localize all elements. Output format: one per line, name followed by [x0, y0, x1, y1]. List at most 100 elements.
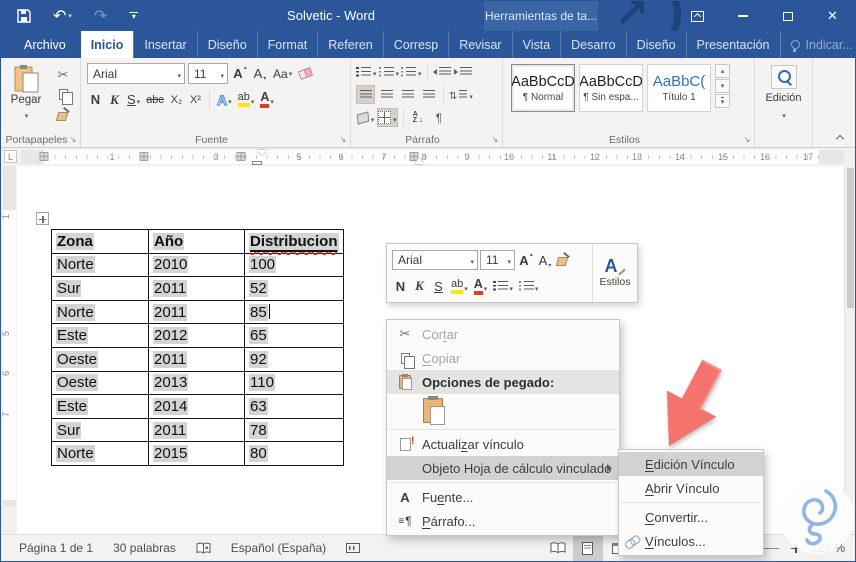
tab-format-3[interactable]: Format	[256, 31, 318, 58]
clear-formatting-button[interactable]	[297, 64, 314, 83]
mini-font-size-select[interactable]: 11	[480, 250, 515, 270]
right-indent-marker[interactable]	[414, 158, 424, 164]
table-cell[interactable]: 2013	[148, 370, 245, 396]
table-header-ano[interactable]: Año	[148, 229, 245, 254]
strikethrough-button[interactable]: abc	[144, 90, 166, 109]
table-cell[interactable]: 80	[244, 441, 344, 466]
scrollbar-thumb[interactable]	[847, 168, 854, 308]
font-family-select[interactable]: Arial	[87, 63, 185, 84]
table-cell[interactable]: 52	[244, 276, 344, 301]
submenu-item-abrir-vinculo[interactable]: Abrir Vínculo	[619, 476, 763, 500]
mini-styles-button[interactable]: A Estilos	[592, 244, 637, 302]
table-cell[interactable]: 63	[244, 394, 344, 419]
context-menu-item-objeto-hoja-de-calculo-vinculado[interactable]: Objeto Hoja de cálculo vinculado	[387, 456, 619, 480]
hanging-indent-marker[interactable]	[252, 161, 262, 165]
ribbon-display-options-button[interactable]	[675, 1, 720, 31]
zoom-level[interactable]: 120 %	[807, 541, 855, 555]
table-cell[interactable]: Norte	[51, 252, 149, 278]
vertical-ruler[interactable]: 1567	[1, 166, 17, 536]
mini-bold-button[interactable]: N	[392, 277, 409, 296]
shading-button[interactable]	[356, 108, 375, 127]
styles-dialog-launcher[interactable]	[742, 135, 752, 145]
mini-numbering-button[interactable]	[517, 277, 541, 296]
horizontal-ruler[interactable]: 1 3 5 6 7 8 9 10 11 12 13 14 15 16 17	[21, 150, 844, 165]
table-cell[interactable]: 2011	[148, 276, 245, 301]
tab-inicio-0[interactable]: Inicio	[80, 31, 134, 58]
table-cell[interactable]: 110	[244, 370, 344, 396]
close-button[interactable]	[810, 1, 855, 31]
shrink-font-button[interactable]: A	[251, 64, 268, 83]
table-column-marker[interactable]	[39, 152, 49, 161]
maximize-button[interactable]	[765, 1, 810, 31]
tab-referen-4[interactable]: Referen	[317, 31, 382, 58]
grow-font-button[interactable]: A	[231, 64, 248, 83]
table-cell[interactable]: 2015	[148, 441, 245, 466]
mini-font-family-select[interactable]: Arial	[392, 250, 478, 270]
italic-button[interactable]: K	[106, 90, 123, 109]
first-line-indent-marker[interactable]	[257, 150, 267, 156]
mini-format-painter-button[interactable]	[555, 251, 572, 270]
table-cell[interactable]: Norte	[51, 299, 149, 325]
tab-archivo[interactable]: Archivo	[9, 31, 81, 58]
read-mode-button[interactable]	[543, 535, 573, 561]
bold-button[interactable]: N	[87, 90, 104, 109]
styles-gallery-more-button[interactable]	[715, 94, 730, 108]
submenu-item-edicion-vinculo[interactable]: Edición Vínculo	[619, 452, 763, 476]
tab-presentacion-10[interactable]: Presentación	[685, 31, 780, 58]
table-cell[interactable]: Sur	[51, 276, 149, 301]
bullets-button[interactable]	[356, 62, 377, 81]
customize-quick-access-button[interactable]	[129, 11, 139, 21]
table-cell[interactable]: 2011	[148, 417, 245, 443]
mini-font-color-button[interactable]: A	[472, 277, 490, 296]
redo-button[interactable]	[94, 6, 107, 26]
tab-vista-7[interactable]: Vista	[511, 31, 561, 58]
save-button[interactable]	[17, 9, 31, 23]
collapse-ribbon-button[interactable]	[836, 134, 845, 142]
submenu-item-vinculos[interactable]: Vínculos...	[619, 529, 763, 553]
styles-scroll-down-button[interactable]	[715, 79, 730, 93]
table-cell[interactable]: Sur	[51, 417, 149, 443]
page-indicator[interactable]: Página 1 de 1	[9, 535, 103, 561]
align-center-button[interactable]	[377, 85, 396, 104]
context-menu-item-fuente[interactable]: Fuente...	[387, 485, 619, 509]
table-cell[interactable]: 2011	[148, 299, 245, 325]
mini-underline-button[interactable]: S	[430, 277, 447, 296]
print-layout-button[interactable]	[572, 535, 603, 561]
tab-diseno-2[interactable]: Diseño	[196, 31, 257, 58]
sort-button[interactable]	[409, 108, 428, 127]
font-dialog-launcher[interactable]	[338, 135, 348, 145]
paste-button[interactable]: Pegar	[3, 60, 49, 132]
highlight-button[interactable]: ab	[236, 90, 257, 109]
tab-desarro-8[interactable]: Desarro	[560, 31, 625, 58]
subscript-button[interactable]: X₂	[168, 90, 185, 109]
styles-scroll-up-button[interactable]	[715, 64, 730, 78]
vertical-scrollbar[interactable]	[844, 166, 855, 536]
multilevel-list-button[interactable]	[401, 62, 422, 81]
table-cell[interactable]: 100	[244, 252, 344, 278]
tab-diseno-9[interactable]: Diseño	[625, 31, 686, 58]
mini-grow-font-button[interactable]: A	[517, 251, 534, 270]
align-left-button[interactable]	[356, 85, 375, 104]
justify-button[interactable]	[419, 85, 438, 104]
table-header-distribucion[interactable]: Distribucion	[244, 229, 344, 254]
word-count[interactable]: 30 palabras	[103, 535, 186, 561]
align-right-button[interactable]	[398, 85, 417, 104]
document-table[interactable]: Zona Año Distribucion Norte 2010 100 Sur 2011 52…	[51, 229, 344, 466]
table-cell[interactable]: 85	[244, 299, 344, 325]
paragraph-dialog-launcher[interactable]	[490, 135, 500, 145]
change-case-button[interactable]: Aa	[271, 64, 294, 83]
borders-button[interactable]	[377, 108, 398, 127]
format-painter-button[interactable]	[53, 107, 73, 122]
font-color-button[interactable]: A	[258, 90, 276, 109]
style-card-sin-espa[interactable]: AaBbCcD ¶ Sin espa...	[579, 64, 643, 112]
table-cell[interactable]: 2012	[148, 323, 245, 348]
table-cell[interactable]: 2010	[148, 252, 245, 278]
underline-button[interactable]: S	[125, 90, 142, 109]
mini-highlight-button[interactable]: ab	[449, 277, 470, 296]
text-effects-button[interactable]: A	[215, 90, 234, 109]
tab-revisar-6[interactable]: Revisar	[448, 31, 511, 58]
table-cell[interactable]: 78	[244, 417, 344, 443]
tab-insertar-1[interactable]: Insertar	[133, 31, 196, 58]
numbering-button[interactable]	[378, 62, 400, 81]
font-size-select[interactable]: 11	[188, 63, 228, 84]
